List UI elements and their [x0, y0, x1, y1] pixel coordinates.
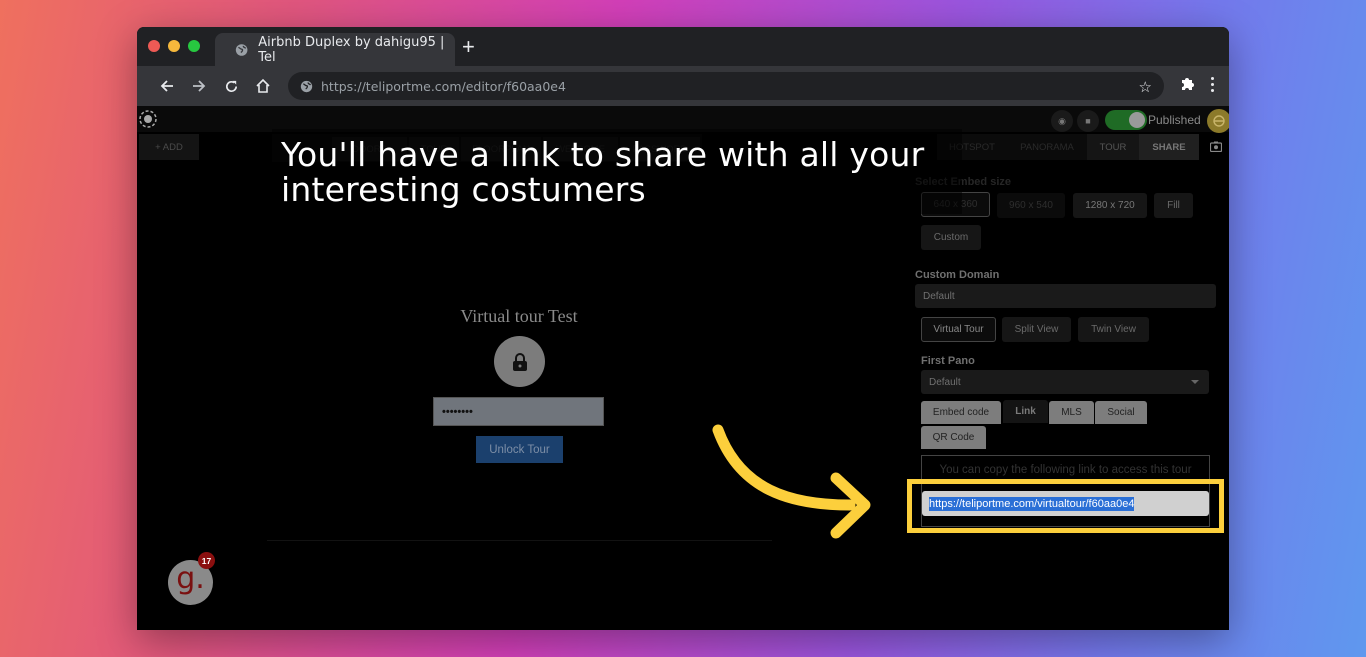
url-text: https://teliportme.com/editor/f60aa0e4 — [321, 78, 566, 94]
embed-size-custom[interactable]: Custom — [921, 225, 981, 250]
address-bar[interactable]: https://teliportme.com/editor/f60aa0e4 ☆ — [288, 72, 1164, 100]
home-icon[interactable] — [253, 76, 273, 96]
maximize-window-button[interactable] — [188, 40, 200, 52]
publish-status: Published — [1148, 113, 1201, 127]
share-tab-social[interactable]: Social — [1095, 401, 1147, 424]
user-avatar[interactable] — [1207, 109, 1229, 133]
link-hint: You can copy the following link to acces… — [939, 464, 1192, 476]
first-pano-select[interactable]: Default — [921, 370, 1209, 394]
tab-tour-settings[interactable]: TOUR — [1087, 134, 1139, 160]
browser-window: Airbnb Duplex by dahigu95 | Tel + https:… — [137, 27, 1229, 630]
pointer-arrow-icon — [712, 424, 871, 539]
first-pano-value: Default — [929, 376, 961, 388]
tab-share[interactable]: SHARE — [1139, 134, 1199, 160]
password-input[interactable]: •••••••• — [433, 397, 604, 426]
embed-size-1280[interactable]: 1280 x 720 — [1073, 193, 1147, 218]
share-tab-mls[interactable]: MLS — [1049, 401, 1094, 424]
close-window-button[interactable] — [148, 40, 160, 52]
title-bar: Airbnb Duplex by dahigu95 | Tel + — [137, 27, 1229, 66]
tour-title: Virtual tour Test — [460, 306, 578, 326]
minimize-window-button[interactable] — [168, 40, 180, 52]
site-info-icon[interactable] — [300, 80, 313, 93]
first-pano-label: First Pano — [921, 355, 975, 367]
globe-icon — [235, 43, 248, 56]
view-mode-virtual-tour[interactable]: Virtual Tour — [921, 317, 996, 342]
caption-line-2: interesting costumers — [281, 170, 646, 209]
link-highlight-box — [907, 479, 1224, 533]
tab-title: Airbnb Duplex by dahigu95 | Tel — [258, 34, 445, 65]
tab-panorama[interactable]: PANORAMA — [1007, 134, 1087, 160]
teliportme-logo-icon[interactable] — [139, 110, 157, 128]
embed-size-fill[interactable]: Fill — [1154, 193, 1193, 218]
share-tab-link[interactable]: Link — [1003, 400, 1048, 423]
view-mode-twin[interactable]: Twin View — [1078, 317, 1149, 342]
new-tab-button[interactable]: + — [462, 36, 475, 58]
custom-domain-select[interactable]: Default — [915, 284, 1216, 308]
browser-toolbar: https://teliportme.com/editor/f60aa0e4 ☆ — [137, 66, 1229, 106]
caption-line-1: You'll have a link to share with all you… — [281, 135, 925, 174]
extensions-puzzle-icon[interactable] — [1179, 75, 1197, 98]
browser-tab[interactable]: Airbnb Duplex by dahigu95 | Tel — [215, 33, 455, 66]
back-arrow-icon[interactable] — [157, 76, 177, 96]
share-tab-embed-code[interactable]: Embed code — [921, 401, 1001, 424]
embed-size-960[interactable]: 960 x 540 — [997, 193, 1065, 218]
unlock-tour-button[interactable]: Unlock Tour — [476, 436, 563, 463]
lock-icon — [494, 336, 545, 387]
reload-icon[interactable] — [221, 76, 241, 96]
save-icon[interactable]: ■ — [1077, 110, 1099, 132]
editor-right-tabs: HOTSPOT PANORAMA TOUR SHARE — [937, 134, 1207, 162]
chevron-down-icon — [1191, 380, 1199, 384]
tutorial-caption: You'll have a link to share with all you… — [281, 137, 924, 207]
share-panel: Select Embed size 640 x 360 960 x 540 12… — [907, 164, 1229, 630]
divider — [267, 540, 772, 541]
forward-arrow-icon[interactable] — [189, 76, 209, 96]
browser-menu-icon[interactable] — [1211, 77, 1215, 95]
bookmark-star-icon[interactable]: ☆ — [1139, 78, 1152, 96]
preview-eye-icon[interactable]: ◉ — [1051, 110, 1073, 132]
view-mode-split[interactable]: Split View — [1002, 317, 1071, 342]
custom-domain-label: Custom Domain — [915, 269, 1000, 281]
publish-toggle[interactable] — [1105, 110, 1147, 130]
share-tab-qr-code[interactable]: QR Code — [921, 426, 986, 449]
camera-icon[interactable] — [1209, 139, 1223, 157]
add-button[interactable]: + ADD — [139, 134, 199, 160]
grammarly-badge: 17 — [198, 552, 215, 569]
